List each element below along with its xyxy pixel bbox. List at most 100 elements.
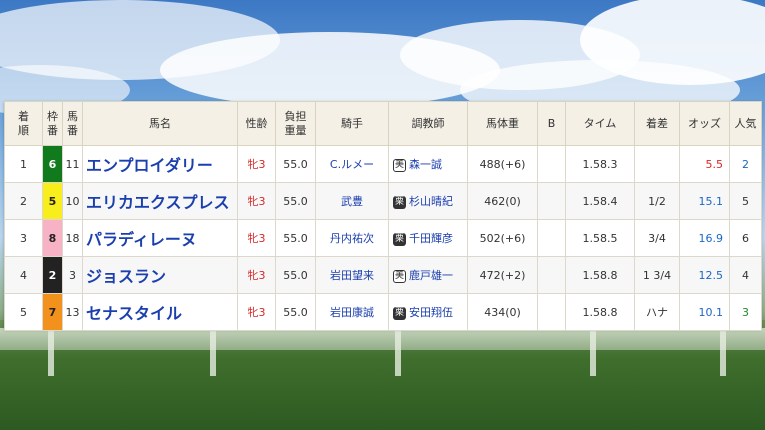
table-row: 5 7 13 セナスタイル 牝3 55.0 岩田康誠 栗安田翔伍 434(0) … — [4, 293, 762, 331]
popularity-cell: 4 — [729, 256, 762, 294]
number-cell: 13 — [62, 293, 83, 331]
affiliation-badge: 美 — [393, 269, 406, 283]
header-frame: 枠番 — [42, 101, 63, 146]
margin-cell: 3/4 — [634, 219, 680, 257]
finish-cell: 2 — [4, 182, 43, 220]
table-row: 4 2 3 ジョスラン 牝3 55.0 岩田望来 美鹿戸雄一 472(+2) 1… — [4, 256, 762, 294]
weight-cell: 55.0 — [275, 256, 316, 294]
number-cell: 18 — [62, 219, 83, 257]
table-row: 1 6 11 エンプロイダリー 牝3 55.0 C.ルメー 美森一誠 488(+… — [4, 145, 762, 183]
body-weight-cell: 434(0) — [467, 293, 538, 331]
rail-post — [720, 326, 726, 376]
frame-badge: 7 — [42, 293, 63, 331]
popularity-cell: 3 — [729, 293, 762, 331]
odds-cell: 16.9 — [679, 219, 730, 257]
rail-post — [395, 326, 401, 376]
rail-post — [210, 326, 216, 376]
sexage-cell: 牝3 — [237, 219, 276, 257]
header-blinker: B — [537, 101, 566, 146]
time-cell: 1.58.4 — [565, 182, 635, 220]
odds-cell: 12.5 — [679, 256, 730, 294]
blinker-cell — [537, 256, 566, 294]
trainer-cell: 栗千田輝彦 — [388, 219, 468, 257]
number-cell: 11 — [62, 145, 83, 183]
time-cell: 1.58.5 — [565, 219, 635, 257]
body-weight-cell: 462(0) — [467, 182, 538, 220]
popularity-cell: 6 — [729, 219, 762, 257]
frame-badge: 6 — [42, 145, 63, 183]
header-popularity: 人気 — [729, 101, 762, 146]
margin-cell: 1 3/4 — [634, 256, 680, 294]
race-result-table: 着順 枠番 馬番 馬名 性齢 負担重量 騎手 調教師 馬体重 B タイム 着差 — [4, 101, 762, 331]
blinker-cell — [537, 293, 566, 331]
horse-name-link[interactable]: セナスタイル — [82, 293, 238, 331]
margin-cell — [634, 145, 680, 183]
margin-cell: ハナ — [634, 293, 680, 331]
time-cell: 1.58.3 — [565, 145, 635, 183]
jockey-link[interactable]: 武豊 — [315, 182, 389, 220]
trainer-cell: 美鹿戸雄一 — [388, 256, 468, 294]
header-finish: 着順 — [4, 101, 43, 146]
frame-badge: 2 — [42, 256, 63, 294]
frame-badge: 5 — [42, 182, 63, 220]
odds-cell: 15.1 — [679, 182, 730, 220]
trainer-link[interactable]: 杉山晴紀 — [409, 195, 453, 208]
trainer-cell: 栗杉山晴紀 — [388, 182, 468, 220]
header-body-weight: 馬体重 — [467, 101, 538, 146]
table-row: 3 8 18 パラディレーヌ 牝3 55.0 丹内祐次 栗千田輝彦 502(+6… — [4, 219, 762, 257]
finish-cell: 1 — [4, 145, 43, 183]
time-cell: 1.58.8 — [565, 293, 635, 331]
number-cell: 10 — [62, 182, 83, 220]
sexage-cell: 牝3 — [237, 256, 276, 294]
finish-cell: 4 — [4, 256, 43, 294]
header-sexage: 性齢 — [237, 101, 276, 146]
weight-cell: 55.0 — [275, 293, 316, 331]
frame-badge: 8 — [42, 219, 63, 257]
jockey-link[interactable]: 岩田望来 — [315, 256, 389, 294]
horse-name-link[interactable]: エンプロイダリー — [82, 145, 238, 183]
header-horse: 馬名 — [82, 101, 238, 146]
jockey-link[interactable]: C.ルメー — [315, 145, 389, 183]
body-weight-cell: 488(+6) — [467, 145, 538, 183]
header-number: 馬番 — [62, 101, 83, 146]
body-weight-cell: 502(+6) — [467, 219, 538, 257]
weight-cell: 55.0 — [275, 182, 316, 220]
trainer-cell: 栗安田翔伍 — [388, 293, 468, 331]
header-trainer: 調教師 — [388, 101, 468, 146]
rail-background — [0, 328, 765, 350]
rail-post — [48, 326, 54, 376]
header-weight: 負担重量 — [275, 101, 316, 146]
trainer-link[interactable]: 千田輝彦 — [409, 232, 453, 245]
affiliation-badge: 栗 — [393, 232, 406, 246]
jockey-link[interactable]: 丹内祐次 — [315, 219, 389, 257]
weight-cell: 55.0 — [275, 145, 316, 183]
header-jockey: 騎手 — [315, 101, 389, 146]
finish-cell: 5 — [4, 293, 43, 331]
horse-name-link[interactable]: エリカエクスプレス — [82, 182, 238, 220]
odds-cell: 10.1 — [679, 293, 730, 331]
header-time: タイム — [565, 101, 635, 146]
number-cell: 3 — [62, 256, 83, 294]
sexage-cell: 牝3 — [237, 293, 276, 331]
horse-name-link[interactable]: パラディレーヌ — [82, 219, 238, 257]
race-result-panel: 着順 枠番 馬番 馬名 性齢 負担重量 騎手 調教師 馬体重 B タイム 着差 — [4, 101, 762, 331]
trainer-cell: 美森一誠 — [388, 145, 468, 183]
trainer-link[interactable]: 安田翔伍 — [409, 306, 453, 319]
weight-cell: 55.0 — [275, 219, 316, 257]
time-cell: 1.58.8 — [565, 256, 635, 294]
jockey-link[interactable]: 岩田康誠 — [315, 293, 389, 331]
table-row: 2 5 10 エリカエクスプレス 牝3 55.0 武豊 栗杉山晴紀 462(0)… — [4, 182, 762, 220]
popularity-cell: 5 — [729, 182, 762, 220]
finish-cell: 3 — [4, 219, 43, 257]
affiliation-badge: 栗 — [393, 195, 406, 209]
horse-name-link[interactable]: ジョスラン — [82, 256, 238, 294]
blinker-cell — [537, 182, 566, 220]
blinker-cell — [537, 145, 566, 183]
trainer-link[interactable]: 鹿戸雄一 — [409, 269, 453, 282]
sexage-cell: 牝3 — [237, 182, 276, 220]
affiliation-badge: 美 — [393, 158, 406, 172]
table-header-row: 着順 枠番 馬番 馬名 性齢 負担重量 騎手 調教師 馬体重 B タイム 着差 — [4, 101, 762, 146]
sexage-cell: 牝3 — [237, 145, 276, 183]
header-margin: 着差 — [634, 101, 680, 146]
trainer-link[interactable]: 森一誠 — [409, 158, 442, 171]
